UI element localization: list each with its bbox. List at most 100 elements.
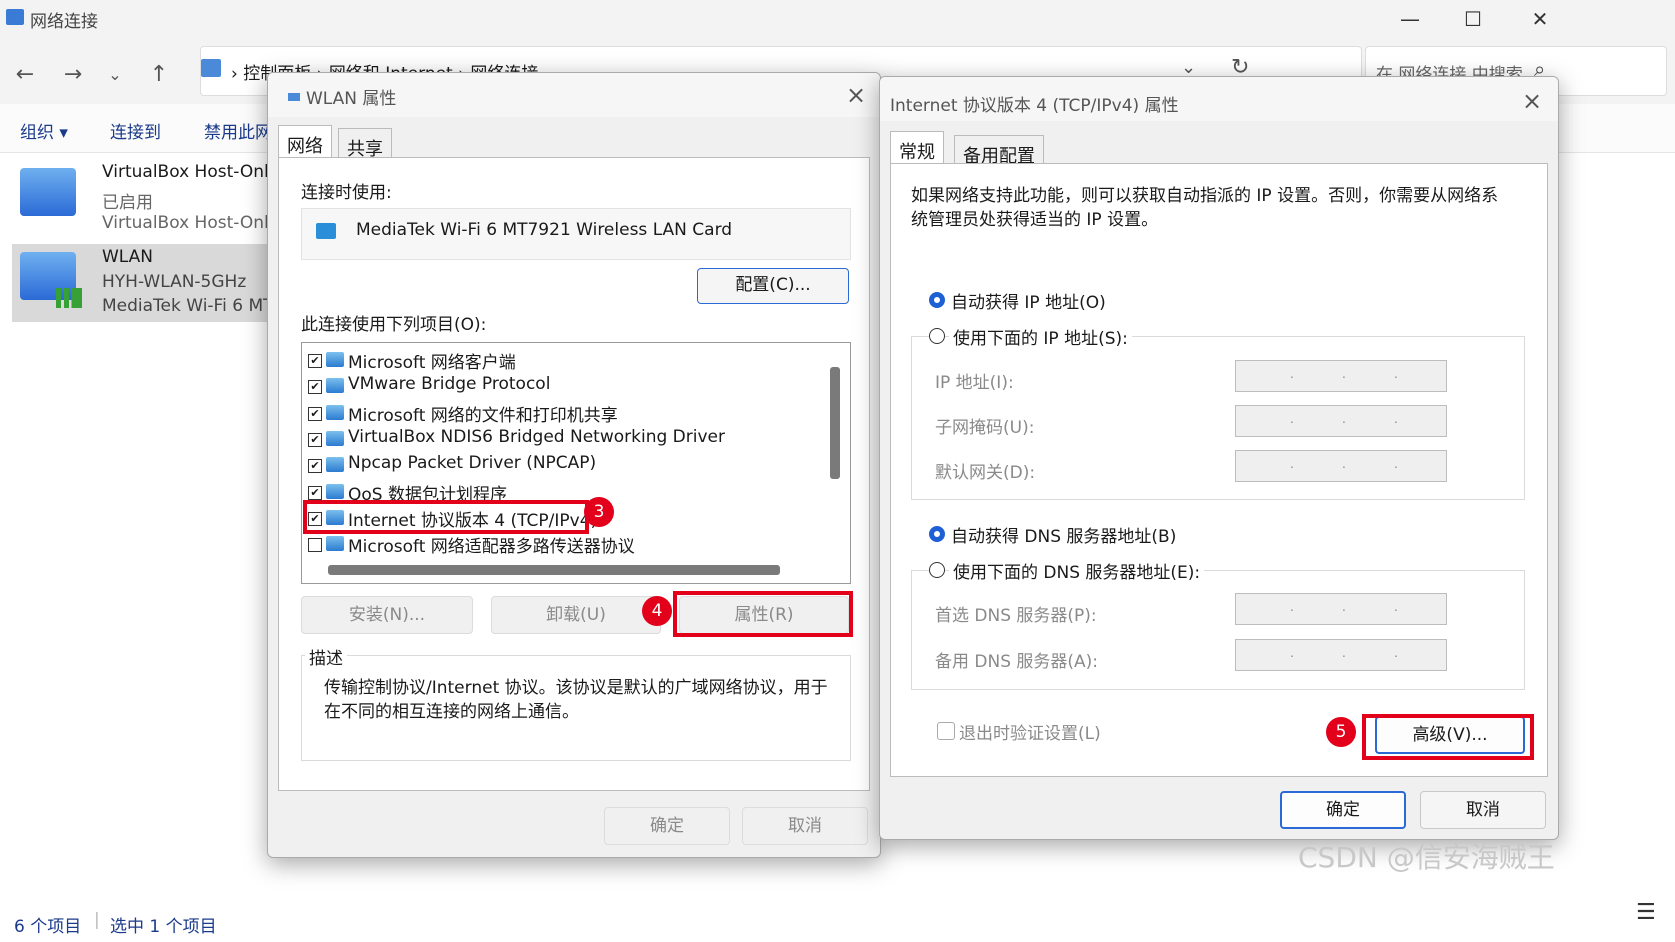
cancel-button[interactable]: 取消 — [742, 807, 868, 845]
explorer-titlebar: 网络连接 — ☐ ✕ — [0, 0, 1675, 38]
network-component-icon — [326, 404, 344, 420]
ok-button[interactable]: 确定 — [604, 807, 730, 845]
chevron-down-icon[interactable]: ⌄ — [100, 60, 130, 90]
description-group: 传输控制协议/Internet 协议。该协议是默认的广域网络协议，用于在不同的相… — [301, 655, 851, 761]
description-text: 传输控制协议/Internet 协议。该协议是默认的广域网络协议，用于在不同的相… — [324, 678, 828, 722]
component-row[interactable]: ✔ Microsoft 网络的文件和打印机共享 — [302, 400, 822, 426]
intro-text: 如果网络支持此功能，则可以获取自动指派的 IP 设置。否则，你需要从网络系统管理… — [911, 186, 1499, 230]
step-badge-3: 3 — [584, 497, 614, 527]
cancel-button[interactable]: 取消 — [1420, 791, 1546, 829]
watermark: CSDN @信安海贼王 — [1298, 841, 1555, 874]
vertical-scrollbar[interactable] — [830, 367, 840, 479]
list-item[interactable]: WLAN HYH-WLAN-5GHz MediaTek Wi-Fi 6 MT — [12, 244, 282, 322]
alternate-dns-input: ... — [1235, 639, 1447, 671]
connect-using-label: 连接时使用: — [301, 183, 392, 203]
network-card-icon — [316, 223, 336, 239]
step-badge-5: 5 — [1326, 717, 1356, 747]
uninstall-button[interactable]: 卸载(U) — [491, 596, 661, 634]
connection-status: HYH-WLAN-5GHz — [102, 272, 247, 292]
general-tab-pane: 如果网络支持此功能，则可以获取自动指派的 IP 设置。否则，你需要从网络系统管理… — [890, 163, 1548, 777]
auto-ip-radio[interactable] — [929, 292, 945, 308]
ip-address-input: ... — [1235, 360, 1447, 392]
auto-ip-label[interactable]: 自动获得 IP 地址(O) — [951, 288, 1106, 313]
forward-icon[interactable]: → — [58, 60, 88, 90]
component-label: Microsoft 网络的文件和打印机共享 — [348, 405, 618, 426]
component-checkbox[interactable]: ✔ — [308, 432, 322, 447]
component-label: VirtualBox NDIS6 Bridged Networking Driv… — [348, 426, 725, 447]
connection-status: 已启用 — [102, 193, 153, 213]
back-icon[interactable]: ← — [10, 60, 40, 90]
close-icon[interactable]: × — [836, 79, 876, 111]
component-row[interactable]: ✔ VMware Bridge Protocol — [302, 373, 822, 399]
ipv4-properties-dialog: Internet 协议版本 4 (TCP/IPv4) 属性 × 常规 备用配置 … — [879, 76, 1559, 840]
component-checkbox[interactable]: ✔ — [308, 485, 322, 500]
network-component-icon — [326, 378, 344, 394]
components-label: 此连接使用下列项目(O): — [301, 315, 487, 335]
list-item[interactable]: VirtualBox Host-Only 已启用 VirtualBox Host… — [12, 160, 282, 242]
network-adapter-icon — [20, 168, 76, 216]
manual-ip-label[interactable]: 使用下面的 IP 地址(S): — [949, 324, 1132, 349]
dialog-title: WLAN 属性 — [306, 89, 397, 109]
connection-device: VirtualBox Host-Only — [102, 213, 279, 233]
component-label: Npcap Packet Driver (NPCAP) — [348, 453, 597, 474]
component-checkbox[interactable]: ✔ — [308, 354, 322, 368]
step-badge-4: 4 — [642, 596, 672, 626]
auto-dns-label[interactable]: 自动获得 DNS 服务器地址(B) — [951, 522, 1176, 547]
components-list: ✔ Microsoft 网络客户端 ✔ VMware Bridge Protocol ✔… — [301, 342, 851, 584]
manual-ip-radio[interactable] — [929, 328, 945, 344]
component-row[interactable]: ✔ Microsoft 网络客户端 — [302, 347, 822, 373]
manual-dns-label[interactable]: 使用下面的 DNS 服务器地址(E): — [949, 558, 1205, 583]
dns-settings-group — [911, 570, 1525, 690]
auto-dns-radio[interactable] — [929, 526, 945, 542]
ok-button[interactable]: 确定 — [1280, 791, 1406, 829]
component-checkbox[interactable]: ✔ — [308, 380, 322, 395]
horizontal-scrollbar[interactable] — [328, 565, 780, 575]
component-row[interactable]: Microsoft 网络适配器多路传送器协议 — [302, 531, 822, 557]
disable-device-button[interactable]: 禁用此网 — [204, 118, 272, 143]
network-folder-icon — [6, 9, 24, 25]
adapter-name: MediaTek Wi-Fi 6 MT7921 Wireless LAN Car… — [356, 220, 733, 240]
dialog-titlebar: WLAN 属性 × — [268, 73, 880, 117]
wlan-icon — [288, 93, 300, 101]
menu-icon[interactable]: ☰ — [1636, 900, 1656, 925]
network-component-icon — [326, 483, 344, 499]
maximize-icon[interactable]: ☐ — [1448, 4, 1498, 34]
dialog-titlebar: Internet 协议版本 4 (TCP/IPv4) 属性 × — [880, 77, 1558, 121]
connection-device: MediaTek Wi-Fi 6 MT — [102, 296, 274, 316]
validate-checkbox[interactable] — [937, 722, 955, 740]
install-button[interactable]: 安装(N)... — [301, 596, 473, 634]
network-tab-pane: 连接时使用: MediaTek Wi-Fi 6 MT7921 Wireless … — [278, 157, 870, 791]
ip-address-label: IP 地址(I): — [935, 373, 1014, 393]
component-row[interactable]: ✔ VirtualBox NDIS6 Bridged Networking Dri… — [302, 426, 822, 452]
window-title: 网络连接 — [30, 12, 98, 32]
chevron-down-icon[interactable]: ⌄ — [1181, 57, 1196, 78]
highlight-box-properties — [673, 591, 853, 637]
subnet-mask-label: 子网掩码(U): — [935, 418, 1035, 438]
validate-label[interactable]: 退出时验证设置(L) — [959, 719, 1101, 744]
component-checkbox[interactable] — [308, 538, 322, 553]
up-icon[interactable]: ↑ — [144, 60, 174, 90]
default-gateway-input: ... — [1235, 450, 1447, 482]
item-count: 6 个项目 — [14, 917, 82, 937]
configure-button[interactable]: 配置(C)... — [697, 268, 849, 304]
close-icon[interactable]: × — [1512, 85, 1552, 117]
status-bar: 6 个项目 | 选中 1 个项目 — [14, 910, 217, 937]
connect-to-button[interactable]: 连接到 — [110, 118, 161, 143]
network-component-icon — [326, 457, 344, 473]
highlight-box-tcpipv4 — [303, 500, 589, 534]
minimize-icon[interactable]: — — [1385, 4, 1435, 34]
preferred-dns-label: 首选 DNS 服务器(P): — [935, 606, 1097, 626]
component-checkbox[interactable]: ✔ — [308, 406, 322, 421]
close-icon[interactable]: ✕ — [1515, 4, 1565, 34]
subnet-mask-input: ... — [1235, 405, 1447, 437]
component-row[interactable]: ✔ Npcap Packet Driver (NPCAP) — [302, 452, 822, 478]
component-checkbox[interactable]: ✔ — [308, 459, 322, 474]
component-label: VMware Bridge Protocol — [348, 374, 551, 395]
network-component-icon — [326, 430, 344, 446]
network-component-icon — [326, 536, 344, 552]
connection-name: WLAN — [102, 247, 154, 267]
manual-dns-radio[interactable] — [929, 562, 945, 578]
description-label: 描述 — [305, 644, 347, 669]
organize-menu[interactable]: 组织 ▾ — [20, 118, 68, 143]
control-panel-icon — [201, 59, 221, 77]
